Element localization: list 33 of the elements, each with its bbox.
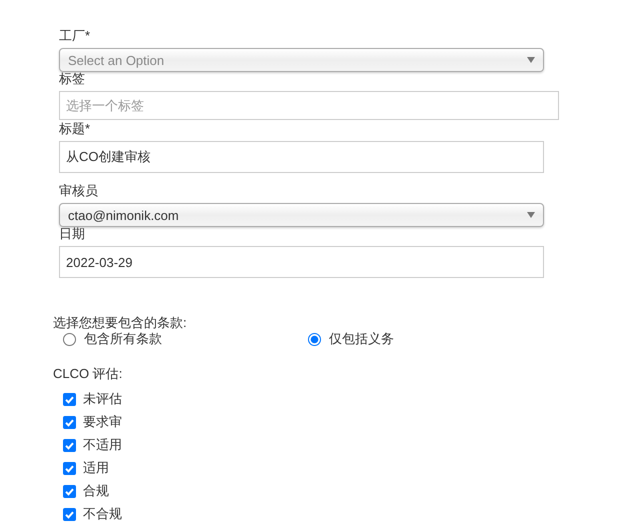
caret-icon <box>527 57 535 63</box>
checkbox[interactable] <box>63 392 76 406</box>
field-label: 审核员 <box>59 184 98 198</box>
checkbox[interactable] <box>63 416 76 428</box>
checkbox-label: 未评估 <box>83 390 122 408</box>
field-value: 2022-03-29 <box>66 254 132 270</box>
section-label: 选择您想要包含的条款: <box>53 315 187 330</box>
checkbox-label: 不合规 <box>83 505 122 523</box>
checkbox[interactable] <box>63 438 76 452</box>
field-value: ctao@nimonik.com <box>68 208 179 222</box>
caret-icon <box>527 212 535 218</box>
field-value: 从CO创建审核 <box>66 148 150 166</box>
radio-label: 包含所有条款 <box>84 330 162 348</box>
checkbox-label: 适用 <box>83 459 109 477</box>
checkbox-label: 不适用 <box>83 436 122 454</box>
checkbox[interactable] <box>63 508 76 520</box>
select-field[interactable]: ctao@nimonik.com <box>59 203 544 227</box>
field-placeholder: 选择一个标签 <box>66 96 144 114</box>
field-label: 标签 <box>59 72 85 86</box>
radio-label: 仅包括义务 <box>329 330 394 348</box>
checkbox-label: 合规 <box>83 482 109 500</box>
field-label: 日期 <box>59 227 85 241</box>
input-field[interactable]: 从CO创建审核 <box>59 141 544 173</box>
field-label: 工厂* <box>59 29 90 43</box>
radio-button[interactable] <box>308 332 321 346</box>
field-label: 标题* <box>59 122 90 136</box>
field-placeholder: Select an Option <box>68 52 164 68</box>
checkbox[interactable] <box>63 462 76 474</box>
checkbox-label: 要求审 <box>83 413 122 431</box>
input-field[interactable]: 2022-03-29 <box>59 246 544 278</box>
checkbox[interactable] <box>63 484 76 498</box>
section-label: CLCO 评估: <box>53 366 122 381</box>
radio-button[interactable] <box>63 332 76 346</box>
